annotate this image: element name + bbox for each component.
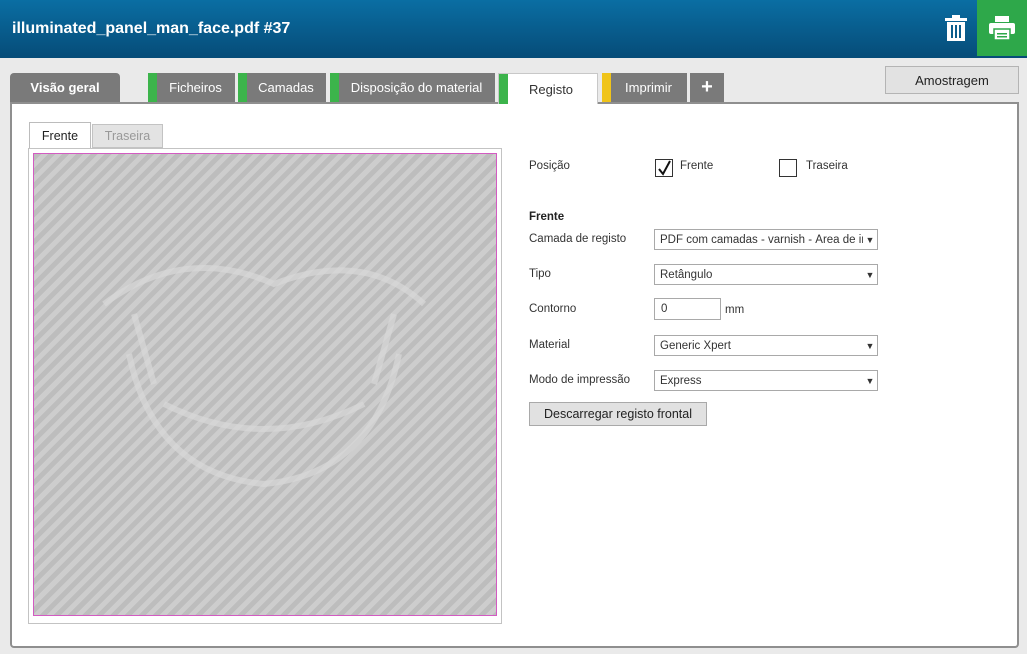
download-front-registration-button[interactable]: Descarregar registo frontal (529, 402, 707, 426)
status-flag (499, 74, 508, 104)
dropdown-arrow-icon: ▼ (865, 234, 875, 245)
plus-icon: + (701, 76, 713, 98)
registration-panel: Frente Traseira Posição Frente Traseira … (10, 102, 1019, 648)
status-flag (330, 73, 339, 102)
app-header: illuminated_panel_man_face.pdf #37 (0, 0, 1027, 58)
tab-label: Disposição do material (350, 80, 483, 95)
position-back-label: Traseira (806, 160, 848, 172)
print-button[interactable] (977, 0, 1027, 56)
type-label: Tipo (529, 268, 551, 280)
tab-files[interactable]: Ficheiros (148, 73, 235, 102)
tab-layers[interactable]: Camadas (238, 73, 326, 102)
dropdown-arrow-icon: ▼ (865, 269, 875, 280)
sampling-button[interactable]: Amostragem (885, 66, 1019, 94)
tab-add[interactable]: + (690, 73, 724, 102)
layer-label: Camada de registo (529, 233, 627, 245)
position-front-checkbox[interactable] (655, 159, 673, 177)
layer-select[interactable]: PDF com camadas - varnish - Área de ima … (654, 229, 878, 250)
side-tab-back[interactable]: Traseira (92, 124, 163, 148)
dropdown-arrow-icon: ▼ (865, 375, 875, 386)
contour-label: Contorno (529, 303, 577, 315)
print-mode-label: Modo de impressão (529, 374, 630, 386)
side-tab-front[interactable]: Frente (29, 122, 91, 148)
print-mode-select-value: Express (660, 374, 702, 387)
delete-button[interactable] (937, 8, 975, 48)
position-back-checkbox[interactable] (779, 159, 797, 177)
tab-label: Imprimir (625, 80, 672, 95)
registration-preview (33, 153, 497, 616)
tab-label: Registo (528, 81, 574, 97)
layer-select-value: PDF com camadas - varnish - Área de ima (660, 233, 863, 246)
tab-overview[interactable]: Visão geral (10, 73, 120, 102)
document-title: illuminated_panel_man_face.pdf #37 (12, 20, 291, 37)
tab-label: Camadas (258, 80, 314, 95)
type-select-value: Retângulo (660, 268, 713, 281)
print-mode-select[interactable]: Express ▼ (654, 370, 878, 391)
tab-material-layout[interactable]: Disposição do material (330, 73, 495, 102)
dropdown-arrow-icon: ▼ (865, 340, 875, 351)
tab-label: Visão geral (30, 80, 100, 95)
type-select[interactable]: Retângulo ▼ (654, 264, 878, 285)
checkmark-icon (658, 160, 671, 176)
preview-frame (28, 148, 502, 624)
faint-face-outline (102, 265, 427, 488)
status-flag (148, 73, 157, 102)
tab-print[interactable]: Imprimir (602, 73, 687, 102)
material-select[interactable]: Generic Xpert ▼ (654, 335, 878, 356)
contour-input[interactable] (654, 298, 721, 320)
position-front-label: Frente (680, 160, 714, 172)
contour-unit: mm (725, 304, 745, 316)
section-title-front: Frente (529, 211, 565, 223)
tab-label: Ficheiros (169, 80, 222, 95)
tab-registration[interactable]: Registo (498, 73, 598, 104)
status-flag (602, 73, 611, 102)
trash-icon (945, 15, 967, 41)
printer-icon (989, 16, 1015, 40)
status-flag (238, 73, 247, 102)
material-label: Material (529, 339, 570, 351)
material-select-value: Generic Xpert (660, 339, 731, 352)
position-label: Posição (529, 160, 570, 172)
